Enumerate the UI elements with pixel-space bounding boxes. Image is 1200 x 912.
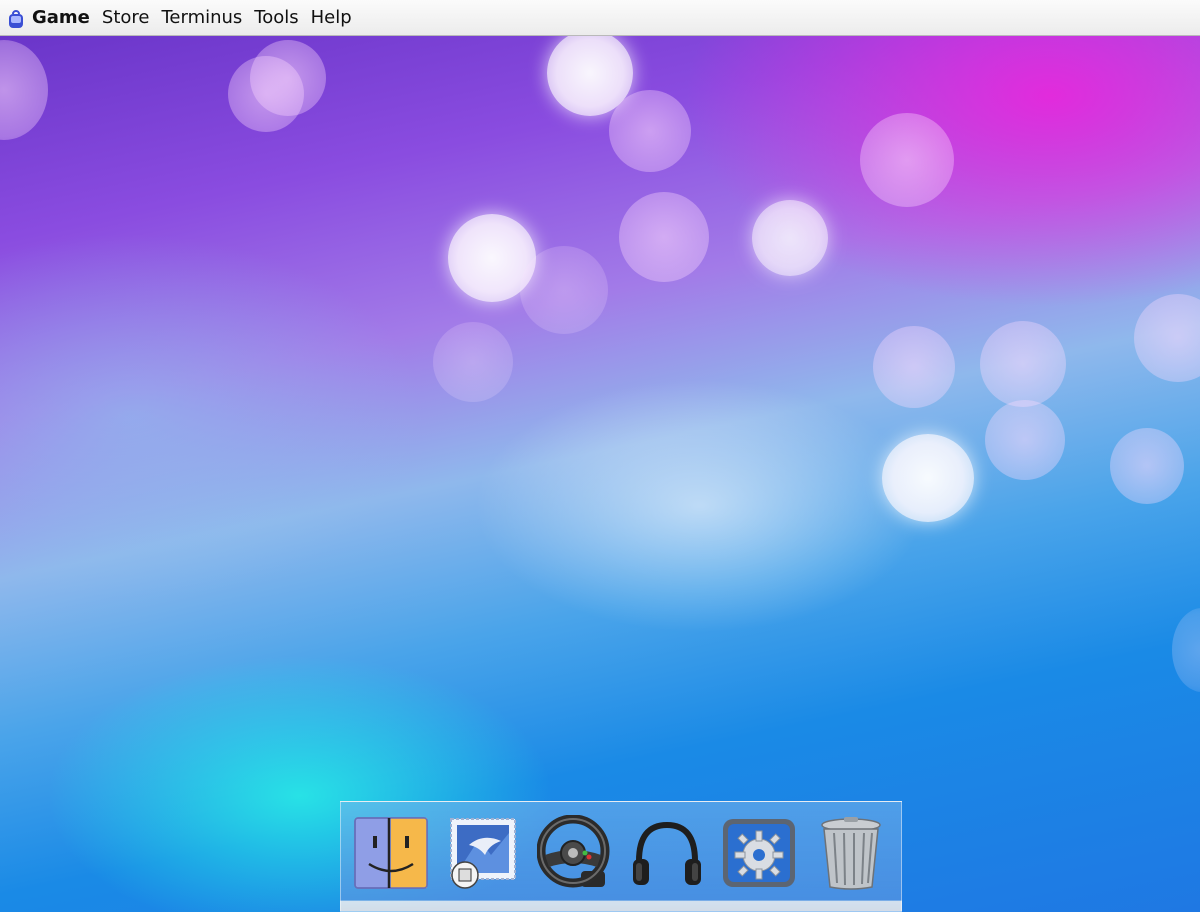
wallpaper-bokeh: [882, 434, 974, 522]
desktop-wallpaper[interactable]: [0, 36, 1200, 912]
system-preferences-gear-icon: [723, 819, 795, 887]
wallpaper-bokeh: [0, 40, 48, 140]
dock-item-finder[interactable]: [352, 814, 430, 892]
wallpaper-bokeh: [860, 113, 954, 207]
mail-stamp-icon: [450, 818, 516, 889]
menu-store[interactable]: Store: [96, 0, 156, 36]
dock: [340, 801, 902, 912]
menu-app-name[interactable]: Game: [30, 0, 96, 36]
wallpaper-bokeh: [1110, 428, 1184, 504]
menu-bar: Game Store Terminus Tools Help: [0, 0, 1200, 36]
menu-terminus[interactable]: Terminus: [155, 0, 248, 36]
wallpaper-bokeh: [1172, 608, 1200, 692]
wallpaper-bokeh: [619, 192, 709, 282]
wallpaper-bokeh: [873, 326, 955, 408]
dock-item-music[interactable]: [628, 814, 706, 892]
dock-item-racing-game[interactable]: [536, 814, 614, 892]
wallpaper-bokeh: [433, 322, 513, 402]
finder-icon: [354, 817, 428, 889]
wallpaper-bokeh: [250, 40, 326, 116]
dock-item-mail[interactable]: [444, 814, 522, 892]
wallpaper-bokeh: [1134, 294, 1200, 382]
wallpaper-bokeh: [980, 321, 1066, 407]
headphones-icon: [633, 821, 701, 885]
wallpaper-bokeh: [520, 246, 608, 334]
wallpaper-bokeh: [985, 400, 1065, 480]
dock-item-system-preferences[interactable]: [720, 814, 798, 892]
wallpaper-bokeh: [752, 200, 828, 276]
screen: Game Store Terminus Tools Help: [0, 0, 1200, 912]
menu-tools[interactable]: Tools: [248, 0, 304, 36]
menu-help[interactable]: Help: [305, 0, 358, 36]
system-menu-icon[interactable]: [2, 0, 30, 36]
wallpaper-bokeh: [609, 90, 691, 172]
trash-can-icon: [821, 817, 881, 890]
dock-item-trash[interactable]: [812, 814, 890, 892]
steering-wheel-icon: [537, 815, 610, 888]
